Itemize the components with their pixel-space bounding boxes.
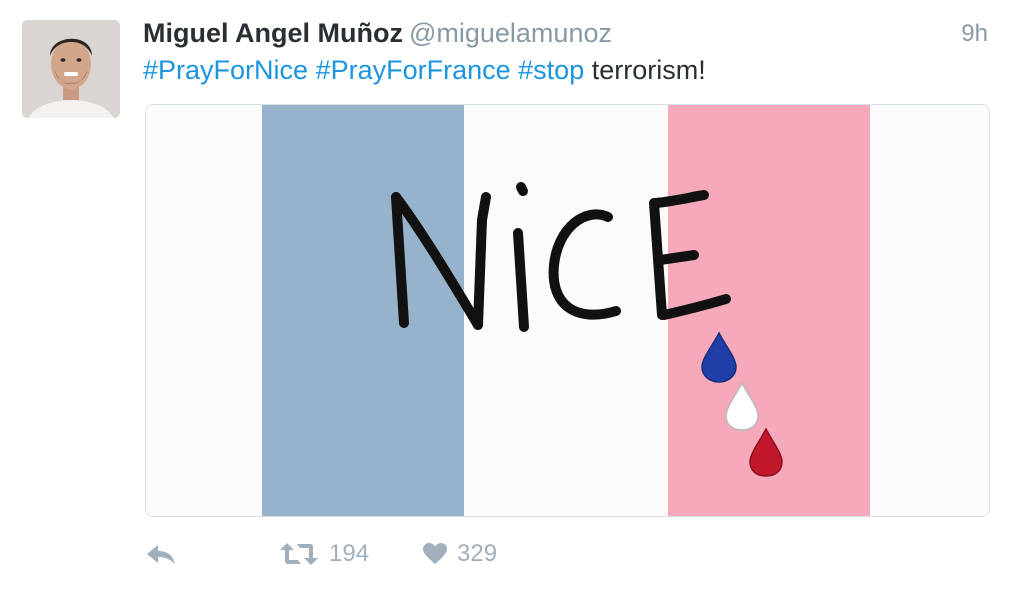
like-button[interactable]: 329: [423, 534, 497, 574]
reply-button[interactable]: [145, 534, 177, 574]
nice-tribute-illustration: [146, 105, 989, 516]
like-count: 329: [457, 540, 498, 567]
tweet-text: #PrayForNice #PrayForFrance #stop terror…: [143, 55, 706, 86]
avatar[interactable]: [22, 20, 120, 118]
tweet-media-image[interactable]: [145, 104, 990, 517]
tweet-text-tail: terrorism!: [591, 55, 706, 85]
tweet-actions: 194 329: [145, 534, 645, 574]
author-handle[interactable]: @miguelamunoz: [409, 18, 612, 48]
tweet-header: Miguel Angel Muñoz @miguelamunoz 9h: [143, 18, 988, 54]
retweet-icon: [280, 543, 318, 565]
hashtag-prayforfrance[interactable]: #PrayForFrance: [316, 55, 511, 85]
hashtag-prayfornice[interactable]: #PrayForNice: [143, 55, 308, 85]
retweet-button[interactable]: 194: [279, 534, 369, 574]
avatar-photo: [22, 20, 120, 118]
blue-stripe: [262, 105, 464, 516]
retweet-count: 194: [329, 540, 370, 567]
timestamp[interactable]: 9h: [961, 20, 988, 48]
author-name[interactable]: Miguel Angel Muñoz: [143, 18, 403, 48]
reply-icon: [147, 545, 175, 564]
heart-icon: [423, 543, 447, 564]
hashtag-stop[interactable]: #stop: [518, 55, 584, 85]
